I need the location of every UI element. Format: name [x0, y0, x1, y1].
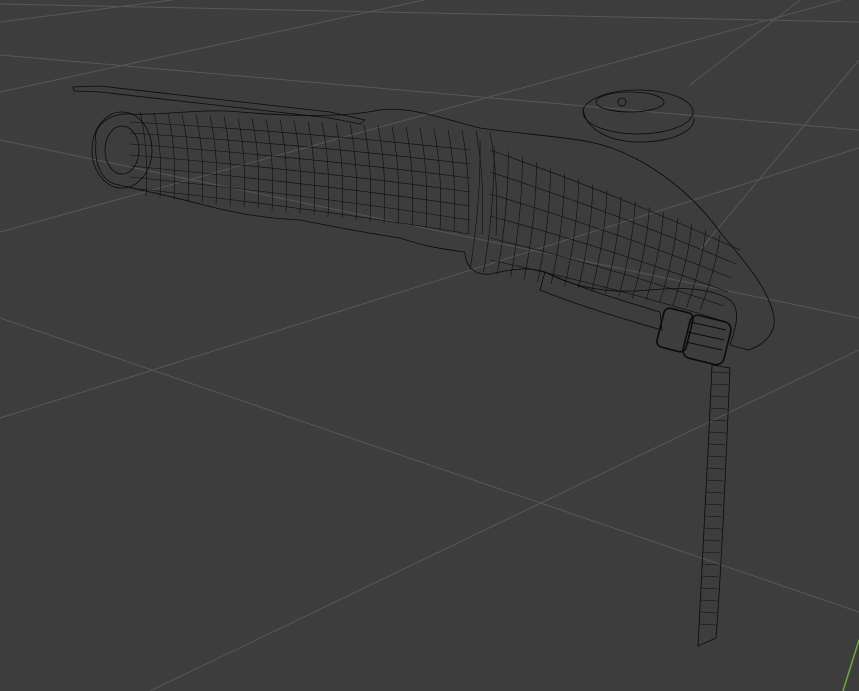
mesh-edge [195, 115, 204, 203]
mesh-edge [591, 190, 608, 292]
viewport-scene[interactable] [0, 0, 859, 691]
mesh-edge [564, 179, 580, 287]
mesh-edge [659, 218, 678, 304]
mesh-edge [489, 171, 737, 265]
mesh-edge [307, 121, 316, 216]
strap-rung [705, 503, 723, 506]
mesh-edge [293, 120, 302, 214]
strap-rung [710, 395, 728, 398]
mesh-edge [483, 145, 495, 273]
grid-line [689, 0, 801, 86]
strap-rung [711, 383, 729, 386]
grid-line [0, 3, 859, 23]
mesh-edge [469, 139, 481, 271]
strap-rung [701, 575, 719, 578]
strap-rung [711, 371, 730, 374]
mesh-edge [237, 117, 246, 208]
top-ring-skirt [582, 107, 695, 143]
floor-grid [0, 0, 859, 691]
strap-rung [707, 467, 725, 470]
mesh-edge [489, 215, 729, 293]
mesh-edge [153, 112, 162, 198]
strap-rung [702, 551, 721, 554]
mesh-edge [129, 154, 471, 193]
grid-line [149, 349, 859, 691]
strap-rung [706, 479, 724, 482]
strap-rung [710, 407, 728, 410]
top-ring-inner [595, 91, 665, 113]
strap-rung [705, 491, 724, 494]
strap-rung [704, 515, 722, 518]
buckle-icon [656, 307, 732, 366]
mesh-edge [181, 114, 190, 201]
mesh-edge [577, 184, 594, 289]
mesh-edge [377, 125, 386, 224]
grid-line [0, 0, 427, 93]
strap-rung [708, 431, 727, 434]
grid-line [0, 147, 859, 419]
mesh-edge [129, 121, 471, 151]
strap-rung [699, 623, 717, 626]
mesh-edge [489, 193, 733, 279]
mesh-edge [605, 195, 622, 294]
3d-viewport[interactable] [0, 0, 859, 691]
mesh-edge [489, 149, 741, 251]
grid-line [0, 139, 859, 319]
mesh-edge [391, 126, 400, 225]
y-axis-line [842, 639, 859, 691]
strap-rung [699, 611, 718, 614]
grid-line [0, 317, 859, 613]
mesh-edge [496, 151, 509, 275]
mesh-edge [618, 201, 636, 296]
strap-rung [702, 563, 720, 566]
mesh-edge [139, 111, 148, 197]
mesh-edge [167, 113, 176, 200]
mesh-edge [223, 116, 232, 206]
wireframe-mesh [129, 111, 741, 626]
mesh-edge [461, 130, 470, 233]
harness-model[interactable] [72, 85, 775, 647]
strap-hanging [697, 364, 731, 647]
grid-line [0, 0, 176, 23]
mesh-edge [251, 118, 260, 209]
strap-rung [700, 599, 718, 602]
mesh-edge [209, 115, 218, 205]
strap-rung [708, 443, 726, 446]
end-cylinder [91, 111, 153, 189]
mesh-edge [645, 212, 664, 301]
mesh-edge [537, 167, 551, 282]
strap-rung [703, 539, 721, 542]
mesh-edge [129, 165, 471, 207]
mesh-edge [523, 162, 537, 280]
strap-rung [704, 527, 722, 530]
top-ring-hole [617, 97, 627, 107]
mesh-edge [510, 156, 523, 278]
grid-line [0, 0, 843, 233]
strap-rung [707, 455, 725, 458]
mesh-edge [321, 122, 330, 217]
grid-line [0, 54, 859, 131]
strap-rung [701, 587, 719, 590]
mesh-edge [632, 207, 650, 299]
top-bar [72, 85, 366, 125]
strap-upper [539, 271, 663, 331]
mesh-edge [447, 129, 456, 232]
mesh-edge [550, 173, 566, 285]
